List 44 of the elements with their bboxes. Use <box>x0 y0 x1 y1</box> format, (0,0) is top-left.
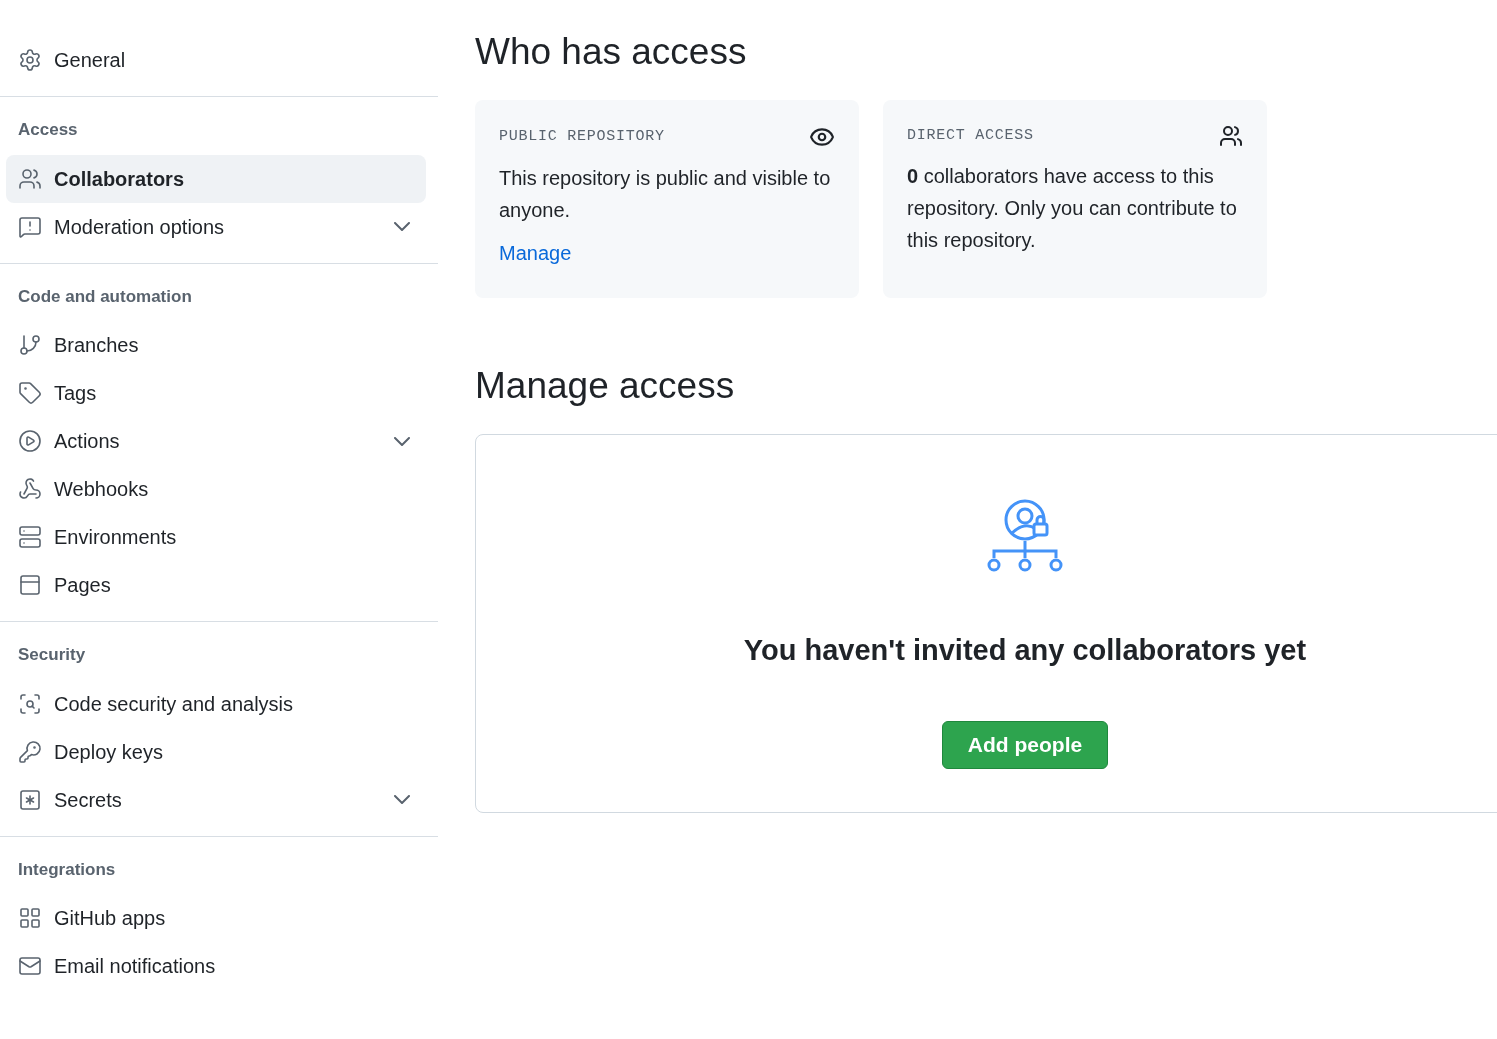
sidebar-item[interactable]: GitHub apps <box>6 894 426 942</box>
webhook-icon <box>18 477 42 501</box>
section-heading: Security <box>17 644 87 666</box>
card-label: PUBLIC REPOSITORY <box>499 126 665 147</box>
section-heading: Integrations <box>17 858 117 881</box>
card-text: This repository is public and visible to anyone. <box>499 166 832 223</box>
asterisk-box-icon <box>18 787 42 812</box>
people-icon <box>18 166 42 191</box>
section-title: Manage access <box>475 364 736 408</box>
chevron-down-icon <box>394 795 410 804</box>
empty-state-message: You haven't invited any collaborators yet <box>743 633 1307 668</box>
card-label: DIRECT ACCESS <box>907 125 1034 146</box>
person-lock-network-icon <box>987 499 1063 573</box>
section-heading: Code and automation <box>17 285 193 308</box>
chevron-down-icon <box>394 436 410 446</box>
people-icon <box>1219 124 1243 148</box>
sidebar-item[interactable]: Moderation options <box>6 202 426 251</box>
browser-window-icon <box>18 573 42 597</box>
sidebar-item[interactable]: Tags <box>6 369 426 417</box>
sidebar-item[interactable]: Branches <box>6 321 426 369</box>
gear-icon <box>18 48 42 72</box>
sidebar-item[interactable]: Pages <box>6 561 426 609</box>
envelope-icon <box>18 954 42 978</box>
section-heading: Access <box>17 119 79 141</box>
sidebar-item[interactable]: Secrets <box>6 775 426 824</box>
page-heading: Who has access <box>475 30 748 74</box>
sidebar-item[interactable]: General <box>6 36 426 84</box>
key-icon <box>18 739 42 764</box>
manage-link[interactable]: Manage <box>499 238 572 268</box>
comment-report-icon <box>18 214 42 239</box>
card-text: 0 collaborators have access to this repository. Only you can contribute to this repository. <box>907 164 1238 253</box>
sidebar-item[interactable]: Email notifications <box>6 942 426 990</box>
sidebar-item[interactable]: Webhooks <box>6 465 426 513</box>
sidebar-item[interactable]: Deploy keys <box>6 727 426 776</box>
chevron-down-icon <box>394 222 410 231</box>
sidebar-item[interactable]: Actions <box>6 417 426 465</box>
play-circle-icon <box>18 429 42 453</box>
sidebar-item[interactable]: Environments <box>6 513 426 561</box>
branch-icon <box>18 333 42 357</box>
sidebar-item[interactable]: Collaborators <box>6 154 426 203</box>
apps-grid-icon <box>18 906 42 930</box>
tag-icon <box>18 381 42 405</box>
sidebar-item[interactable]: Code security and analysis <box>6 679 426 728</box>
server-list-icon <box>18 525 42 549</box>
